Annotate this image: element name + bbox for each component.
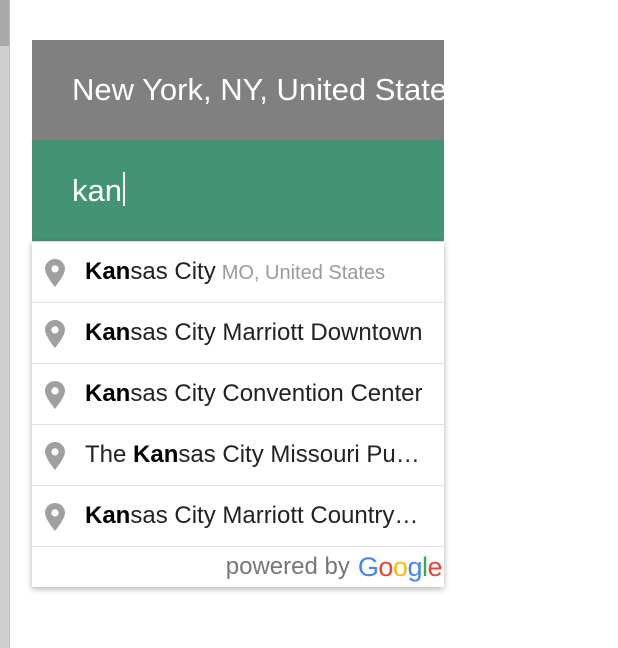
map-pin-icon bbox=[45, 259, 65, 287]
suggestion-match: Kan bbox=[85, 502, 131, 529]
suggestion-item[interactable]: Kansas City Marriott Country Club Plaza bbox=[32, 486, 444, 547]
origin-input[interactable]: New York, NY, United States bbox=[32, 40, 444, 140]
autocomplete-dropdown: Kansas City MO, United States Kansas City… bbox=[32, 241, 444, 587]
map-pin-icon bbox=[45, 503, 65, 531]
suggestion-item[interactable]: Kansas City MO, United States bbox=[32, 242, 444, 303]
powered-by-google-footer: powered by Google bbox=[32, 547, 444, 587]
suggestion-match: Kan bbox=[85, 319, 131, 346]
suggestion-match: Kan bbox=[85, 380, 131, 407]
suggestion-text: Kansas City Convention Center bbox=[85, 380, 423, 407]
suggestion-text: Kansas City MO, United States bbox=[85, 258, 386, 285]
destination-input-value: kan bbox=[72, 173, 122, 208]
map-pin-icon bbox=[45, 320, 65, 348]
location-search-widget: New York, NY, United States kan Kansas C… bbox=[32, 40, 444, 587]
suggestion-secondary: MO, United States bbox=[221, 262, 386, 284]
map-pin-icon bbox=[45, 381, 65, 409]
google-logo: Google bbox=[357, 551, 443, 582]
powered-by-label: powered by bbox=[225, 553, 350, 580]
suggestion-text: Kansas City Marriott Country Club Plaza bbox=[85, 502, 425, 529]
suggestion-match: Kan bbox=[133, 441, 179, 468]
destination-input[interactable]: kan bbox=[32, 140, 444, 241]
suggestion-item[interactable]: Kansas City Marriott Downtown bbox=[32, 303, 444, 364]
window-edge-handle bbox=[0, 0, 9, 46]
suggestion-item[interactable]: Kansas City Convention Center bbox=[32, 364, 444, 425]
text-caret bbox=[122, 172, 125, 206]
suggestion-item[interactable]: The Kansas City Missouri Public Library bbox=[32, 425, 444, 486]
window-edge bbox=[0, 0, 10, 648]
suggestion-text: The Kansas City Missouri Public Library bbox=[85, 441, 425, 468]
suggestion-match: Kan bbox=[85, 258, 131, 285]
suggestion-text: Kansas City Marriott Downtown bbox=[85, 319, 423, 346]
origin-input-value: New York, NY, United States bbox=[72, 72, 444, 107]
map-pin-icon bbox=[45, 442, 65, 470]
